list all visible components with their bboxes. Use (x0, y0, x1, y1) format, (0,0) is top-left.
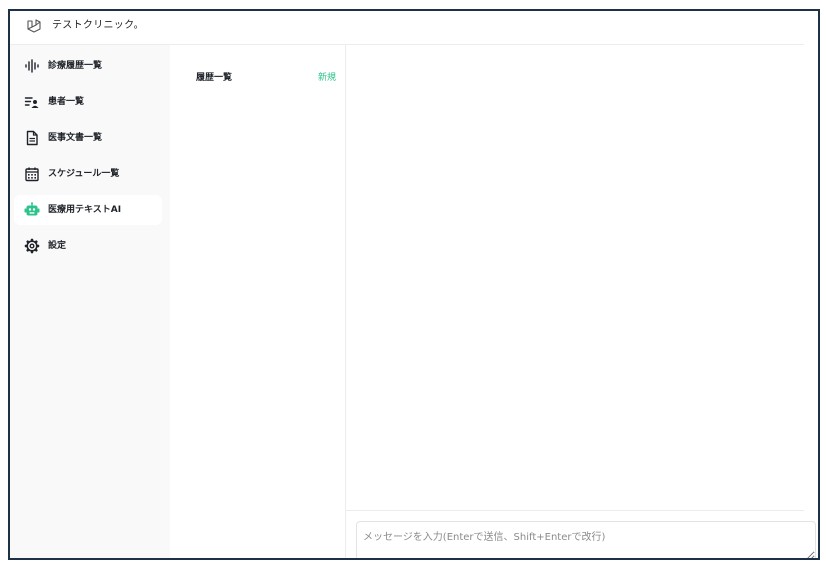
sidebar-item-medical-history[interactable]: 診療履歴一覧 (14, 51, 162, 81)
document-icon (26, 130, 38, 146)
sidebar-item-label: 医事文書一覧 (48, 133, 103, 143)
sidebar-item-documents[interactable]: 医事文書一覧 (14, 123, 162, 153)
app-header: テストクリニック。 (10, 11, 804, 45)
sidebar-item-patients[interactable]: 患者一覧 (14, 87, 162, 117)
sidebar-item-label: スケジュール一覧 (48, 169, 120, 179)
gear-icon (24, 238, 40, 254)
patient-list-icon (24, 97, 39, 108)
message-input[interactable] (356, 521, 816, 558)
app-title: テストクリニック。 (52, 20, 144, 31)
sidebar-item-label: 診療履歴一覧 (48, 61, 103, 71)
robot-icon (24, 202, 40, 216)
sidebar-item-label: 設定 (48, 241, 67, 251)
sidebar-item-settings[interactable]: 設定 (14, 231, 162, 261)
chat-divider (346, 510, 804, 511)
sidebar-item-label: 患者一覧 (48, 97, 85, 107)
sidebar-item-medical-text-ai[interactable]: 医療用テキストAI (14, 195, 162, 225)
history-title: 履歴一覧 (196, 73, 233, 83)
sidebar-item-label: 医療用テキストAI (48, 205, 122, 215)
calendar-icon (25, 167, 39, 182)
app-window: テストクリニック。 診療履歴一覧 患者一覧 医事文書一覧 スケジュール一覧 医療… (8, 9, 820, 560)
history-panel: 履歴一覧 新規 (170, 45, 346, 558)
new-chat-button[interactable]: 新規 (318, 71, 336, 85)
sidebar-item-schedule[interactable]: スケジュール一覧 (14, 159, 162, 189)
waveform-icon (25, 59, 39, 73)
app-logo-icon (27, 19, 41, 33)
chat-panel (346, 45, 816, 558)
sidebar: 診療履歴一覧 患者一覧 医事文書一覧 スケジュール一覧 医療用テキストAI 設定 (10, 45, 170, 558)
